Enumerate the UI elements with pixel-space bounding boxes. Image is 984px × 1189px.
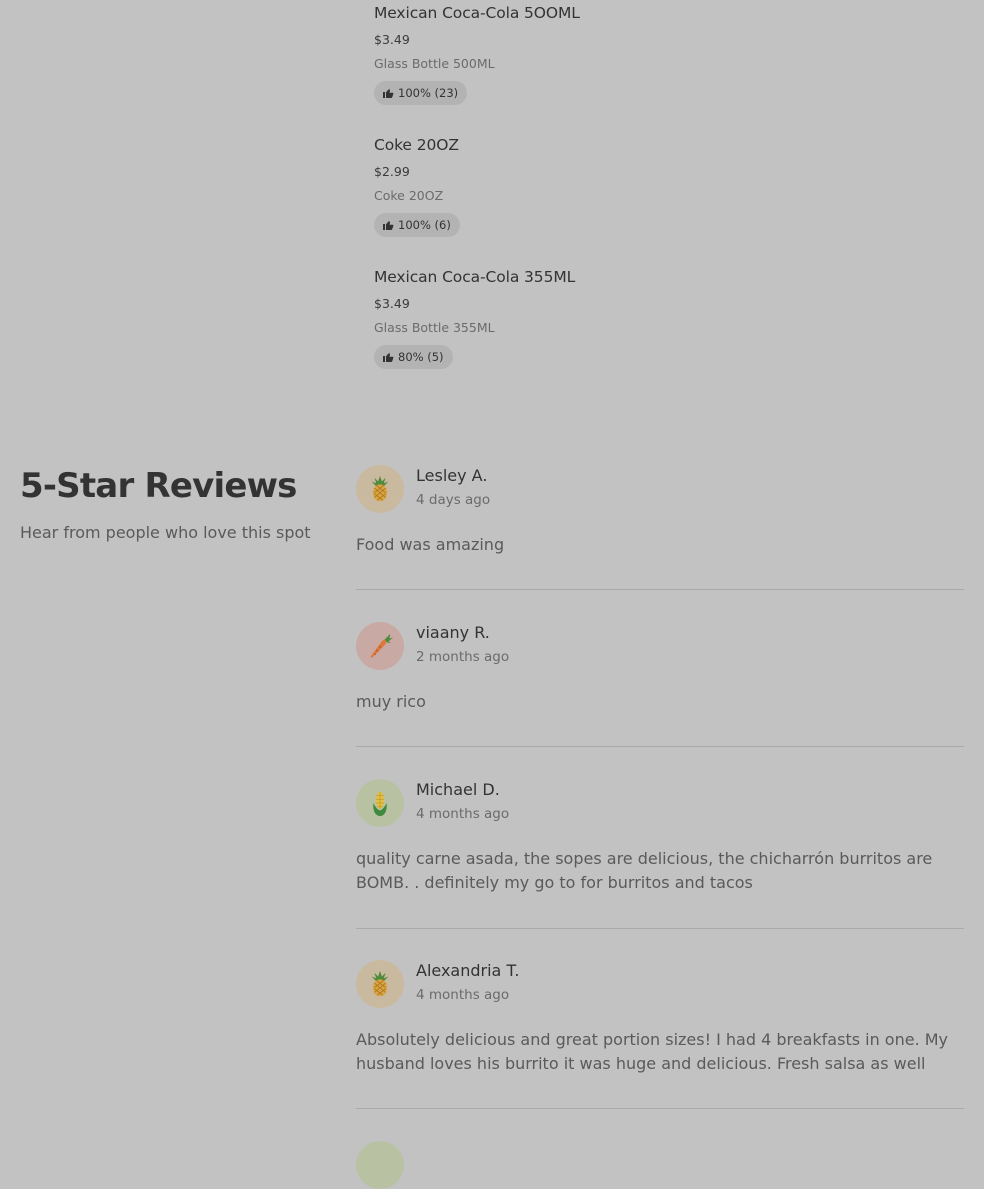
menu-item-name: Mexican Coca-Cola 5OOML <box>374 4 580 22</box>
review-date: 2 months ago <box>416 649 510 665</box>
avatar <box>356 622 404 670</box>
reviews-section-title: 5-Star Reviews <box>20 466 297 506</box>
avatar <box>356 960 404 1008</box>
avatar <box>356 465 404 513</box>
menu-item-price: $3.49 <box>374 296 410 311</box>
thumbs-up-icon <box>383 221 394 230</box>
avatar <box>356 779 404 827</box>
review-text: Food was amazing <box>356 535 505 554</box>
pineapple-icon <box>371 970 389 997</box>
menu-item-description: Coke 20OZ <box>374 188 444 203</box>
menu-item-rating-text: 100% (23) <box>398 86 459 100</box>
menu-item-rating-text: 80% (5) <box>398 350 444 364</box>
thumbs-up-icon <box>383 89 394 98</box>
reviewer-name: Alexandria T. <box>416 961 520 980</box>
review-text: Absolutely delicious and great portion s… <box>356 1030 949 1073</box>
review-text: muy rico <box>356 692 426 711</box>
menu-item-name: Mexican Coca-Cola 355ML <box>374 268 576 286</box>
avatar <box>356 1141 404 1189</box>
menu-item-price: $3.49 <box>374 32 410 47</box>
menu-item[interactable]: Mexican Coca-Cola 355ML $3.49 Glass Bott… <box>374 264 934 374</box>
reviewer-name: Lesley A. <box>416 466 488 485</box>
menu-item-name: Coke 20OZ <box>374 136 459 154</box>
reviewer-name: viaany R. <box>416 623 490 642</box>
divider <box>356 746 964 747</box>
menu-item-rating-badge: 100% (6) <box>374 213 460 237</box>
review-text: quality carne asada, the sopes are delic… <box>356 849 933 892</box>
corn-icon <box>373 791 387 817</box>
menu-item-rating-text: 100% (6) <box>398 218 451 232</box>
review-date: 4 months ago <box>416 987 510 1003</box>
divider <box>356 928 964 929</box>
reviewer-name: Michael D. <box>416 780 500 799</box>
menu-item-description: Glass Bottle 500ML <box>374 56 495 71</box>
carrot-icon <box>370 633 394 658</box>
menu-item[interactable]: Mexican Coca-Cola 5OOML $3.49 Glass Bott… <box>374 0 934 110</box>
menu-item-description: Glass Bottle 355ML <box>374 320 495 335</box>
review-date: 4 months ago <box>416 806 510 822</box>
reviews-section-subtitle: Hear from people who love this spot <box>20 523 311 542</box>
thumbs-up-icon <box>383 353 394 362</box>
review-date: 4 days ago <box>416 492 491 508</box>
menu-item-price: $2.99 <box>374 164 410 179</box>
menu-item-rating-badge: 80% (5) <box>374 345 453 369</box>
pineapple-icon <box>371 475 389 502</box>
divider <box>356 1108 964 1109</box>
menu-item[interactable]: Coke 20OZ $2.99 Coke 20OZ 100% (6) <box>374 132 934 242</box>
menu-item-rating-badge: 100% (23) <box>374 81 468 105</box>
divider <box>356 589 964 590</box>
